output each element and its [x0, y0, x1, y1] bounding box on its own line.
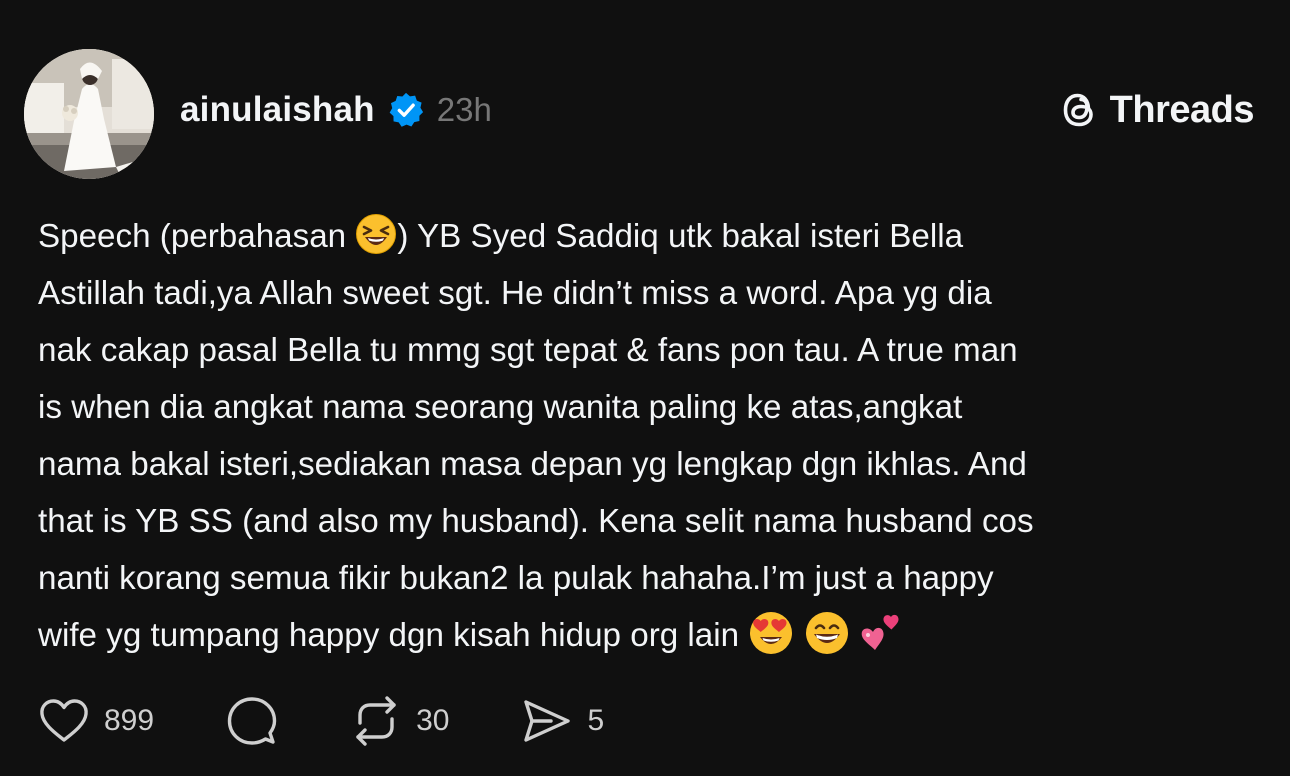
share-count: 5 — [587, 704, 605, 737]
threads-post: ainulaishah 23h Threads Speech (perbahas… — [0, 0, 1290, 776]
post-text-segment: Speech (perbahasan — [38, 218, 356, 255]
post-line: nanti korang semua fikir bukan2 la pulak… — [38, 560, 994, 597]
post-line: is when dia angkat nama seorang wanita p… — [38, 389, 963, 426]
post-line: wife yg tumpang happy dgn kisah hidup or… — [38, 607, 1263, 664]
repost-button[interactable]: 30 — [350, 695, 449, 747]
post-line: nak cakap pasal Bella tu mmg sgt tepat &… — [38, 332, 1018, 369]
verified-badge-icon — [387, 91, 425, 129]
post-header: ainulaishah 23h — [180, 84, 492, 136]
send-icon — [521, 697, 573, 745]
post-body: Speech (perbahasan ) YB Syed Saddiq utk … — [38, 208, 1263, 664]
grinning-emoji — [804, 610, 850, 656]
repost-count: 30 — [416, 704, 450, 737]
avatar-photo — [24, 49, 154, 179]
post-text-segment: ) YB Syed Saddiq utk bakal isteri Bella — [397, 218, 964, 255]
laughing-squint-emoji — [355, 213, 397, 255]
two-hearts-emoji — [858, 610, 904, 656]
threads-logo-icon — [1058, 88, 1102, 132]
brand-name: Threads — [1109, 88, 1255, 131]
post-text-segment: wife yg tumpang happy dgn kisah hidup or… — [38, 617, 749, 654]
heart-eyes-emoji — [748, 610, 794, 656]
post-timestamp: 23h — [436, 91, 492, 128]
repost-icon — [350, 695, 402, 747]
post-line: nama bakal isteri,sediakan masa depan yg… — [38, 446, 1027, 483]
like-button[interactable]: 899 — [38, 697, 154, 745]
comment-icon — [226, 695, 278, 747]
post-line: Astillah tadi,ya Allah sweet sgt. He did… — [38, 275, 992, 312]
post-actions: 899 30 5 — [38, 694, 604, 748]
share-button[interactable]: 5 — [521, 697, 604, 745]
username[interactable]: ainulaishah — [180, 90, 375, 130]
post-line: Speech (perbahasan ) YB Syed Saddiq utk … — [38, 208, 1263, 265]
reply-button[interactable] — [226, 695, 278, 747]
avatar[interactable] — [24, 49, 154, 179]
post-line: that is YB SS (and also my husband). Ken… — [38, 503, 1034, 540]
threads-brand[interactable]: Threads — [1058, 88, 1255, 132]
like-count: 899 — [104, 704, 155, 737]
heart-icon — [38, 697, 90, 745]
